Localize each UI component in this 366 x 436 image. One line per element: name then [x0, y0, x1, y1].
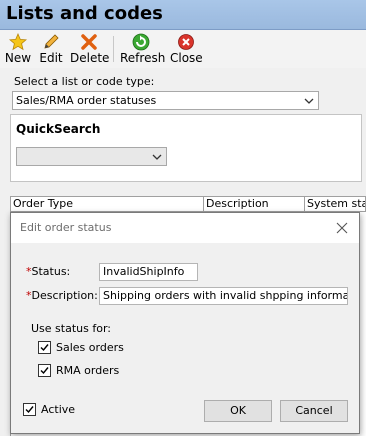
- status-field-label: *Status:: [26, 265, 71, 278]
- new-label: New: [4, 51, 32, 65]
- rma-orders-checkbox[interactable]: [38, 364, 51, 377]
- edit-button[interactable]: Edit: [38, 32, 64, 66]
- delete-label: Delete: [70, 51, 110, 65]
- quicksearch-panel: QuickSearch: [10, 114, 362, 182]
- active-checkbox[interactable]: [23, 403, 36, 416]
- refresh-button[interactable]: Refresh: [120, 32, 166, 66]
- ok-button[interactable]: OK: [204, 400, 272, 422]
- checkmark-icon: [40, 344, 49, 352]
- edit-label: Edit: [39, 51, 63, 65]
- checkmark-icon: [25, 406, 34, 414]
- chevron-down-icon: [303, 95, 315, 107]
- red-x-icon: [70, 33, 108, 51]
- refresh-label: Refresh: [120, 51, 166, 65]
- status-input[interactable]: InvalidShipInfo: [99, 263, 198, 281]
- close-button[interactable]: Close: [170, 32, 203, 66]
- window-titlebar: Lists and codes: [0, 0, 366, 30]
- toolbar-separator: [113, 36, 114, 62]
- new-button[interactable]: New: [4, 32, 32, 66]
- quicksearch-select[interactable]: [16, 147, 167, 166]
- cancel-button[interactable]: Cancel: [280, 400, 348, 422]
- column-header-description[interactable]: Description: [204, 197, 305, 211]
- close-icon[interactable]: [331, 217, 353, 239]
- description-input[interactable]: Shipping orders with invalid shpping inf…: [99, 287, 348, 305]
- column-header-order-type[interactable]: Order Type: [11, 197, 204, 211]
- dialog-title: Edit order status: [20, 221, 112, 234]
- pencil-icon: [38, 33, 64, 51]
- use-status-label: Use status for:: [31, 322, 111, 335]
- edit-order-status-dialog: Edit order status *Status: InvalidShipIn…: [10, 212, 360, 434]
- sales-orders-checkbox[interactable]: [38, 341, 51, 354]
- rma-orders-label: RMA orders: [56, 364, 120, 377]
- column-header-system-status[interactable]: System status: [305, 197, 365, 211]
- description-field-label: *Description:: [26, 289, 98, 302]
- list-type-label: Select a list or code type:: [14, 75, 155, 88]
- chevron-down-icon: [151, 151, 163, 163]
- checkmark-icon: [40, 367, 49, 375]
- dialog-titlebar: Edit order status: [11, 213, 359, 243]
- green-refresh-icon: [120, 33, 162, 51]
- toolbar: New Edit Delete Refresh Close: [0, 30, 366, 68]
- list-type-select[interactable]: Sales/RMA order statuses: [12, 91, 319, 110]
- grid-header: Order Type Description System status: [10, 196, 366, 212]
- sales-orders-label: Sales orders: [56, 341, 124, 354]
- red-circle-x-icon: [170, 33, 202, 51]
- delete-button[interactable]: Delete: [70, 32, 110, 66]
- list-type-value: Sales/RMA order statuses: [16, 94, 157, 107]
- star-icon: [4, 33, 32, 51]
- close-label: Close: [170, 51, 203, 65]
- window-title: Lists and codes: [6, 3, 163, 24]
- quicksearch-title: QuickSearch: [16, 122, 101, 136]
- active-label: Active: [41, 403, 76, 416]
